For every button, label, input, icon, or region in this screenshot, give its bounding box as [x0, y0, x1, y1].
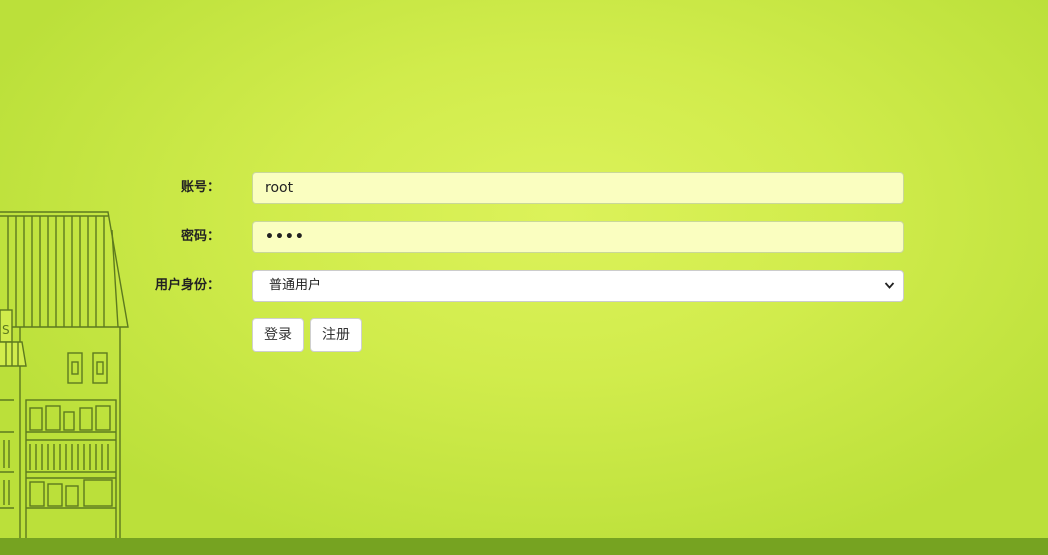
login-form: 账号： 密码： •••• 用户身份： 普通用户 登录 注册	[0, 0, 1048, 555]
password-input[interactable]: ••••	[252, 221, 904, 253]
register-button[interactable]: 注册	[310, 318, 362, 352]
account-label: 账号：	[180, 180, 220, 195]
role-select[interactable]: 普通用户	[252, 270, 904, 302]
role-label: 用户身份：	[154, 278, 220, 293]
password-label: 密码：	[180, 229, 220, 244]
account-input[interactable]	[252, 172, 904, 204]
login-button[interactable]: 登录	[252, 318, 304, 352]
role-selected-value: 普通用户	[269, 278, 322, 293]
chevron-down-icon	[884, 271, 895, 312]
